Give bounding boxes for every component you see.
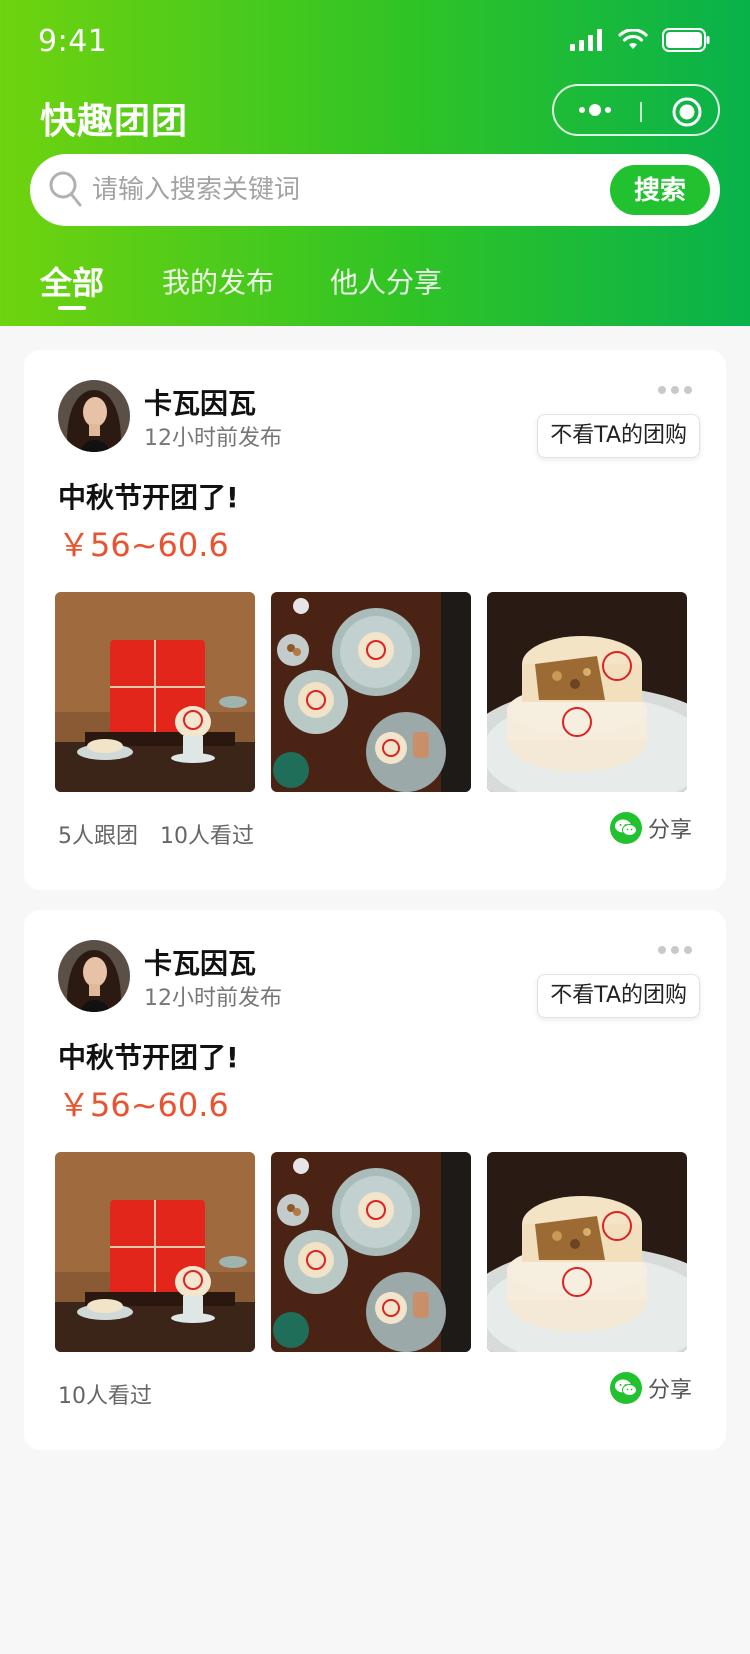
tab-shared-by-others[interactable]: 他人分享 [330, 261, 442, 301]
wechat-icon [609, 1372, 642, 1404]
wechat-icon [609, 812, 642, 844]
tab-bar: 全部 我的发布 他人分享 [0, 258, 750, 318]
product-image-cut-mooncake[interactable] [487, 592, 687, 792]
post-title: 中秋节开团了! [58, 481, 239, 514]
status-icons [570, 28, 710, 52]
active-tab-indicator [58, 306, 86, 310]
wifi-icon [618, 29, 648, 49]
more-dots-icon[interactable] [658, 386, 692, 394]
hide-user-posts-option[interactable]: 不看TA的团购 [537, 974, 700, 1018]
post-title: 中秋节开团了! [58, 1041, 239, 1074]
search-input[interactable] [92, 168, 562, 212]
header: 9:41 快趣团团 请输入搜索关键词 搜索 全部 我的发布 他人分享 [0, 0, 750, 326]
close-program-icon[interactable] [671, 96, 703, 128]
search-bar: 搜索 [30, 154, 720, 226]
hide-user-posts-option[interactable]: 不看TA的团购 [537, 414, 700, 458]
signal-icon [570, 29, 602, 51]
share-label: 分享 [647, 1378, 692, 1403]
product-image-cut-mooncake[interactable] [487, 1152, 687, 1352]
share-label: 分享 [647, 818, 692, 843]
mini-program-capsule [552, 84, 720, 136]
avatar[interactable] [58, 940, 130, 1012]
more-menu-icon[interactable] [576, 98, 616, 122]
post-time: 12小时前发布 [144, 986, 282, 1011]
views-count: 10人看过 [58, 1384, 152, 1409]
search-icon [49, 171, 82, 207]
share-button[interactable]: 分享 [609, 812, 692, 844]
product-image-plates[interactable] [271, 592, 471, 792]
post-time: 12小时前发布 [144, 426, 282, 451]
status-time: 9:41 [38, 24, 108, 59]
more-dots-icon[interactable] [658, 946, 692, 954]
tab-all[interactable]: 全部 [40, 258, 104, 304]
avatar[interactable] [58, 380, 130, 452]
user-name: 卡瓦因瓦 [144, 947, 257, 980]
battery-icon [662, 28, 710, 52]
post-stats: 5人跟团 10人看过 [58, 818, 254, 850]
status-bar: 9:41 [0, 0, 750, 80]
group-buy-card[interactable]: 卡瓦因瓦 12小时前发布 不看TA的团购 中秋节开团了! ￥56~60.6 [24, 910, 726, 1450]
product-image-gift-box[interactable] [55, 1152, 255, 1352]
tab-my-posts[interactable]: 我的发布 [162, 261, 274, 301]
search-button[interactable]: 搜索 [610, 165, 710, 215]
user-name: 卡瓦因瓦 [144, 387, 257, 420]
views-count: 10人看过 [160, 824, 254, 849]
post-stats: 10人看过 [58, 1378, 152, 1410]
followers-count: 5人跟团 [58, 824, 138, 849]
group-buy-card[interactable]: 卡瓦因瓦 12小时前发布 不看TA的团购 中秋节开团了! ￥56~60.6 [24, 350, 726, 890]
capsule-divider [640, 102, 642, 122]
product-image-gift-box[interactable] [55, 592, 255, 792]
app-title: 快趣团团 [40, 101, 189, 142]
product-image-plates[interactable] [271, 1152, 471, 1352]
price-range: ￥56~60.6 [58, 1086, 229, 1124]
share-button[interactable]: 分享 [609, 1372, 692, 1404]
price-range: ￥56~60.6 [58, 526, 229, 564]
